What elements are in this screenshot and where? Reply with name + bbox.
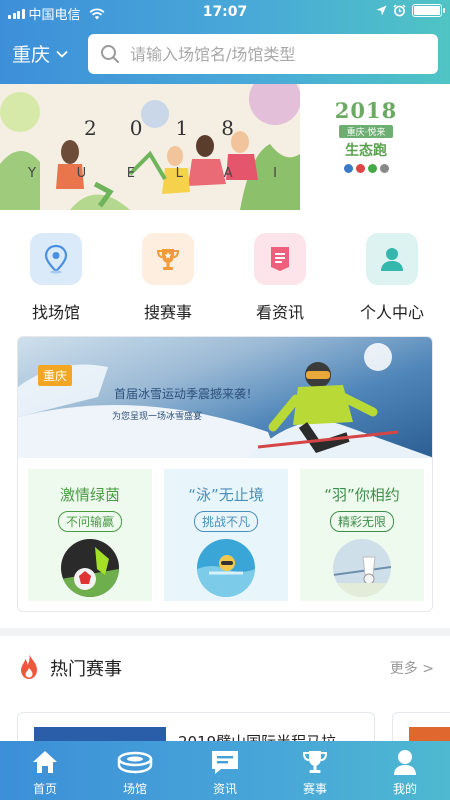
banner-digit: 0: [129, 116, 143, 140]
section-title: 热门赛事: [50, 659, 122, 680]
quick-link-search-events[interactable]: 搜赛事: [123, 230, 213, 323]
fire-icon: [21, 653, 37, 679]
tile-title: 激情绿茵: [59, 486, 120, 504]
search-input[interactable]: [130, 44, 420, 64]
tile-pill: 挑战不凡: [193, 511, 258, 532]
trophy-icon: [302, 751, 328, 773]
city-tag: 重庆: [38, 365, 73, 386]
tab-profile[interactable]: 我的: [360, 741, 450, 800]
search-icon: [101, 45, 119, 63]
quick-link-label: 找场馆: [31, 303, 80, 322]
tab-venues[interactable]: 场馆: [90, 741, 180, 800]
quick-link-profile[interactable]: 个人中心: [347, 230, 437, 323]
banner-letter: A: [223, 166, 234, 181]
quick-link-label: 搜赛事: [143, 303, 192, 322]
banner-carousel[interactable]: 2 0 1 8 Y U E L A I 2018 重庆·悦来 生态跑: [0, 84, 450, 210]
tab-label: 我的: [392, 782, 417, 796]
chevron-down-icon: [56, 50, 68, 58]
banner-letter: E: [126, 166, 136, 181]
news-icon: [254, 233, 306, 285]
quick-link-find-venue[interactable]: 找场馆: [11, 230, 101, 323]
quick-link-news[interactable]: 看资讯: [235, 230, 325, 323]
banner-letter: U: [76, 166, 88, 181]
ice-snow-banner[interactable]: 重庆 首届冰雪运动季震撼来袭！ 为您呈现一场冰雪盛宴: [18, 337, 432, 458]
search-bar[interactable]: [88, 34, 438, 74]
stadium-icon: [117, 751, 153, 774]
header: 中国电信 17:07 重庆: [0, 0, 450, 84]
quick-link-label: 个人中心: [359, 303, 424, 322]
city-label: 重庆: [12, 44, 51, 66]
banner-letter: I: [273, 166, 278, 181]
banner-letter: Y: [28, 166, 37, 181]
category-tiles: 激情绿茵 不问输赢 “泳”无止境 挑战不凡 “羽”你相约 精彩无限: [28, 469, 424, 601]
battery-icon: [412, 4, 445, 17]
tab-label: 首页: [32, 782, 57, 796]
hot-events-header: 热门赛事 更多 >: [0, 636, 450, 696]
person-icon: [366, 233, 418, 285]
tile-soccer[interactable]: 激情绿茵 不问输赢: [28, 469, 152, 601]
banner-side-year: 2018: [334, 98, 398, 123]
tab-home[interactable]: 首页: [0, 741, 90, 800]
tile-badminton[interactable]: “羽”你相约 精彩无限: [300, 469, 424, 601]
quick-link-label: 看资讯: [255, 303, 304, 322]
tab-label: 场馆: [122, 782, 147, 796]
location-pin-icon: [30, 233, 82, 285]
banner-image-eco-run[interactable]: 2018 重庆·悦来 生态跑: [334, 98, 398, 188]
tab-bar: 首页 场馆 资讯 赛事 我的: [0, 741, 450, 800]
tile-title: “泳”无止境: [188, 486, 264, 504]
section-divider: [0, 628, 450, 636]
more-link[interactable]: 更多 >: [390, 658, 434, 678]
tile-pill: 不问输赢: [57, 511, 122, 532]
tile-title: “羽”你相约: [324, 486, 400, 504]
runners-illustration: [0, 84, 300, 210]
tab-news[interactable]: 资讯: [180, 741, 270, 800]
sponsor-logos: [334, 164, 398, 173]
tab-label: 资讯: [212, 782, 237, 796]
city-selector[interactable]: 重庆: [12, 40, 68, 67]
swimmer-icon: [197, 539, 255, 597]
promo-title: 首届冰雪运动季震撼来袭！: [114, 387, 259, 401]
banner-image-marathon[interactable]: 2 0 1 8 Y U E L A I: [0, 84, 300, 210]
banner-digit: 8: [221, 116, 234, 140]
location-arrow-icon: [376, 5, 387, 16]
tile-swimming[interactable]: “泳”无止境 挑战不凡: [164, 469, 288, 601]
status-bar: 中国电信 17:07: [0, 0, 450, 24]
shuttlecock-icon: [333, 539, 391, 597]
alarm-icon: [393, 4, 406, 17]
promo-subtitle: 为您呈现一场冰雪盛宴: [112, 412, 203, 422]
banner-letter: L: [175, 166, 184, 181]
tab-label: 赛事: [302, 782, 327, 796]
banner-letters: Y U E L A I: [28, 166, 278, 181]
banner-side-tag: 重庆·悦来: [339, 125, 393, 138]
quick-links: 找场馆 搜赛事 看资讯 个人中心: [0, 230, 450, 326]
banner-digit: 1: [175, 116, 189, 140]
promo-card: 重庆 首届冰雪运动季震撼来袭！ 为您呈现一场冰雪盛宴 激情绿茵 不问输赢 “泳”…: [17, 336, 433, 612]
user-icon: [394, 750, 416, 775]
tile-pill: 精彩无限: [329, 511, 394, 532]
trophy-icon: [142, 233, 194, 285]
banner-side-title: 生态跑: [345, 143, 387, 159]
chat-news-icon: [212, 751, 238, 774]
home-icon: [33, 751, 57, 773]
banner-year-digits: 2 0 1 8: [84, 116, 234, 140]
soccer-ball-icon: [61, 539, 119, 597]
banner-digit: 2: [84, 116, 97, 140]
tab-events[interactable]: 赛事: [270, 741, 360, 800]
